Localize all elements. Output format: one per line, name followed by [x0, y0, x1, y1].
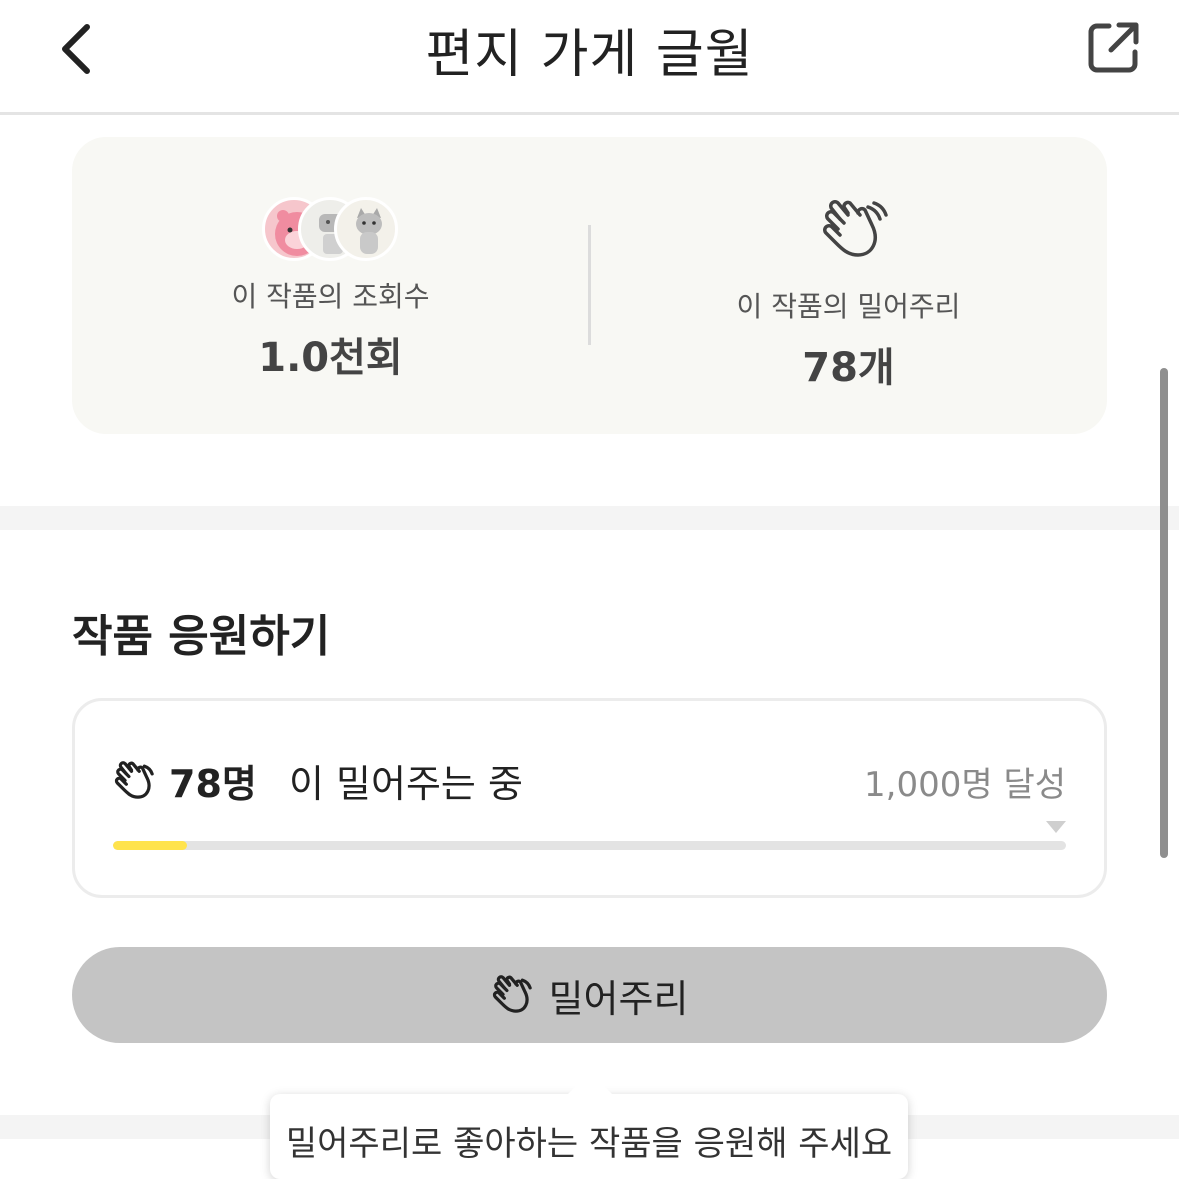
goal-text: 1,000명 달성: [864, 765, 1066, 805]
viewer-avatars: [262, 197, 402, 261]
supporter-count: 78명: [169, 762, 257, 806]
progress-summary: 78명 이 밀어주는 중 1,000명 달성: [113, 753, 1066, 813]
external-link-icon: [1088, 22, 1139, 73]
push-support-button[interactable]: 밀어주리: [72, 947, 1107, 1043]
progress-fill: [113, 841, 188, 850]
claps-label: 이 작품의 밀어주리: [736, 290, 961, 323]
supporter-count-suffix: 이 밀어주는 중: [289, 762, 523, 806]
claps-value: 78개: [802, 345, 895, 391]
section-separator: [0, 506, 1179, 530]
support-progress-card: 78명 이 밀어주는 중 1,000명 달성: [72, 698, 1107, 898]
clap-icon: [823, 200, 888, 257]
push-support-label: 밀어주리: [548, 976, 689, 1021]
scrollbar[interactable]: [1160, 368, 1168, 858]
top-bar: 편지 가게 글월: [0, 0, 1179, 115]
support-tooltip: 밀어주리로 좋아하는 작품을 응원해 주세요: [270, 1072, 908, 1179]
clap-icon: [114, 761, 154, 799]
support-section-title: 작품 응원하기: [72, 611, 331, 662]
page-title: 편지 가게 글월: [425, 25, 754, 85]
views-value: 1.0천회: [258, 335, 403, 381]
stats-card: 이 작품의 조회수 1.0천회 이 작품의 밀어주리 78개: [72, 137, 1107, 434]
views-label: 이 작품의 조회수: [231, 280, 430, 313]
views-stat: 이 작품의 조회수 1.0천회: [72, 137, 589, 434]
progress-bar: [113, 841, 1066, 850]
tooltip-text: 밀어주리로 좋아하는 작품을 응원해 주세요: [285, 1124, 893, 1164]
goal-marker-icon: [1046, 821, 1066, 833]
gray-cat-avatar: [334, 197, 398, 261]
clap-icon: [492, 975, 532, 1013]
share-button[interactable]: [1079, 12, 1149, 82]
claps-stat: 이 작품의 밀어주리 78개: [590, 137, 1107, 434]
